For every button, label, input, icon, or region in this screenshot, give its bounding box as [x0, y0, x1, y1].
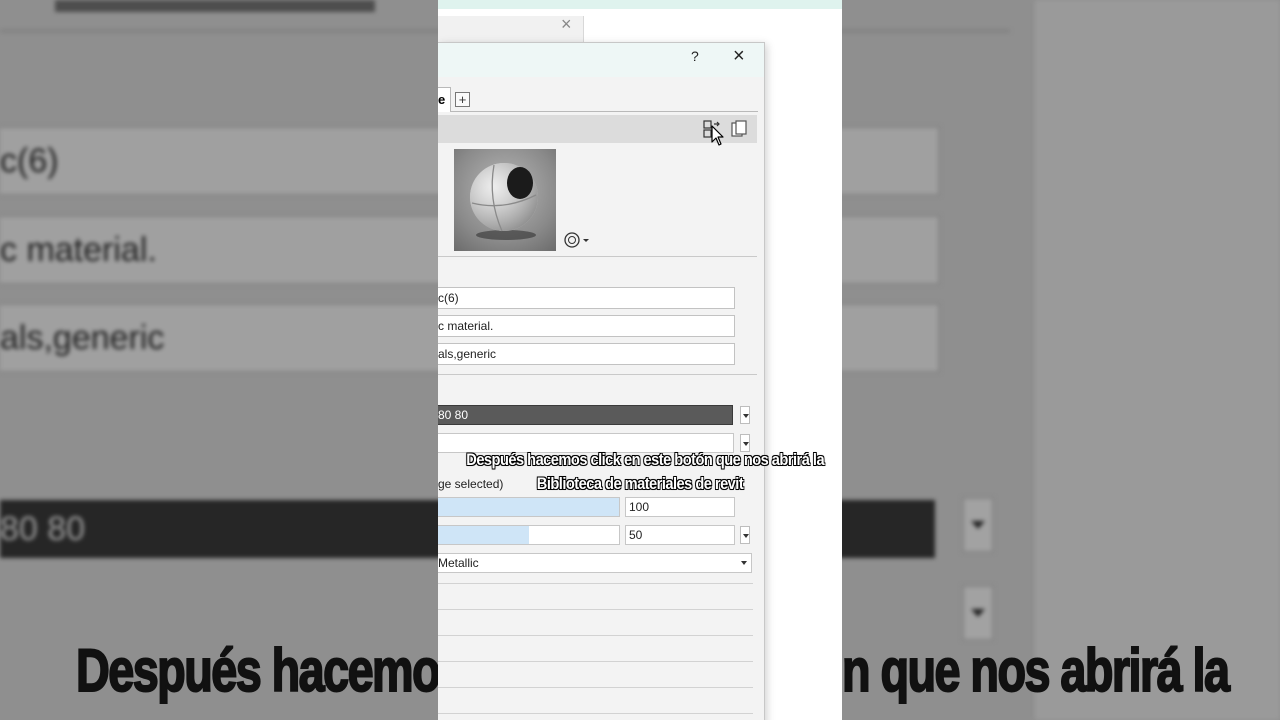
keywords-field[interactable]: als,generic: [438, 343, 735, 365]
property-row-divider: [438, 687, 753, 688]
glossiness-dropdown-button[interactable]: [740, 526, 750, 544]
property-row-divider: [438, 609, 753, 610]
render-preview-options-icon[interactable]: [563, 231, 593, 249]
image-fade-slider-fill: [438, 498, 619, 516]
property-row-divider: [438, 635, 753, 636]
highlights-select[interactable]: Metallic: [438, 553, 752, 573]
name-field[interactable]: c(6): [438, 287, 735, 309]
tab-appearance[interactable]: e: [438, 87, 451, 112]
video-caption: Después hacemos click en este botón que …: [466, 448, 825, 496]
color-swatch-field[interactable]: 80 80: [438, 405, 733, 425]
image-fade-value[interactable]: 100: [625, 497, 735, 517]
mouse-cursor-icon: [711, 125, 724, 146]
caption-line-2: Biblioteca de materiales de revit: [536, 474, 744, 493]
add-tab-button[interactable]: +: [455, 92, 470, 107]
bg-caption-left: Después hacemos: [75, 636, 466, 705]
top-strip: [438, 0, 842, 9]
caption-line-1: Después hacemos click en este botón que …: [466, 450, 825, 469]
property-row-divider: [438, 583, 753, 584]
bg-dropdown: [962, 585, 994, 641]
foreground-crop: × ? × e + c(6) c material. als,generic 8…: [438, 0, 842, 720]
property-row-divider: [438, 713, 753, 714]
glossiness-value[interactable]: 50: [625, 525, 735, 545]
image-fade-slider[interactable]: [438, 497, 620, 517]
bg-dropdown: [962, 497, 994, 553]
color-dropdown-button[interactable]: [740, 406, 750, 424]
separator: [438, 256, 757, 257]
close-button[interactable]: ×: [733, 45, 745, 68]
glossiness-slider-fill: [438, 526, 529, 544]
material-browser-dialog: ? × e + c(6) c material. als,generic 80 …: [438, 42, 765, 720]
bg-caption-right: n que nos abrirá la: [841, 636, 1231, 705]
dialog-title-bar: ? ×: [438, 43, 764, 77]
duplicate-asset-icon[interactable]: [731, 120, 749, 138]
description-field[interactable]: c material.: [438, 315, 735, 337]
tab-row: e +: [438, 87, 758, 112]
back-window-titlebar: ×: [438, 14, 584, 42]
bg-top-bar: [55, 0, 375, 12]
bg-right-column: [1035, 0, 1280, 720]
back-window-close-icon[interactable]: ×: [561, 14, 572, 35]
material-preview-thumbnail: [454, 149, 556, 251]
separator: [438, 374, 757, 375]
asset-toolbar: [438, 115, 757, 146]
glossiness-slider[interactable]: [438, 525, 620, 545]
preview-sphere-icon: [470, 163, 538, 240]
property-row-divider: [438, 661, 753, 662]
help-button[interactable]: ?: [691, 48, 699, 64]
